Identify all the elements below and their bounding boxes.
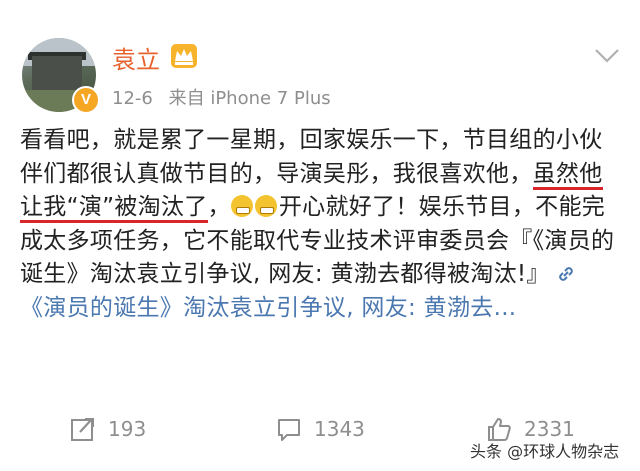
comment-icon bbox=[278, 419, 300, 441]
comment-count: 1343 bbox=[314, 417, 365, 441]
weibo-post-card: V 袁立 12-6 来自 iPhone 7 Plus 看看吧，就是累了一星期，回… bbox=[0, 0, 640, 471]
repost-count: 193 bbox=[108, 417, 147, 441]
article-link-text: 《演员的诞生》淘汰袁立引争议, 网友: 黄渤去... bbox=[20, 294, 517, 321]
grin-emoji-icon bbox=[230, 195, 253, 217]
watermark-handle: @环球人物杂志 bbox=[507, 442, 620, 461]
grin-emoji-icon bbox=[254, 195, 277, 217]
post-text-part2: ， bbox=[207, 194, 231, 220]
link-icon bbox=[559, 267, 574, 281]
post-text-part1: 看看吧，就是累了一星期，回家娱乐一下，节目组的小伙伴们都很认真做节目的，导演吴彤… bbox=[20, 127, 603, 187]
repost-icon bbox=[71, 418, 94, 441]
watermark-prefix: 头条 bbox=[470, 442, 503, 461]
chevron-down-icon[interactable] bbox=[594, 48, 620, 64]
source-watermark: 头条 @环球人物杂志 bbox=[470, 438, 619, 462]
post-date: 12-6 bbox=[112, 88, 153, 109]
post-source: 来自 iPhone 7 Plus bbox=[168, 88, 331, 109]
username[interactable]: 袁立 bbox=[112, 40, 160, 75]
post-meta: 12-6 来自 iPhone 7 Plus bbox=[112, 84, 341, 110]
post-text: 看看吧，就是累了一星期，回家娱乐一下，节目组的小伙伴们都很认真做节目的，导演吴彤… bbox=[20, 124, 620, 325]
crown-icon bbox=[171, 44, 197, 68]
vip-badge-icon: V bbox=[72, 86, 100, 114]
